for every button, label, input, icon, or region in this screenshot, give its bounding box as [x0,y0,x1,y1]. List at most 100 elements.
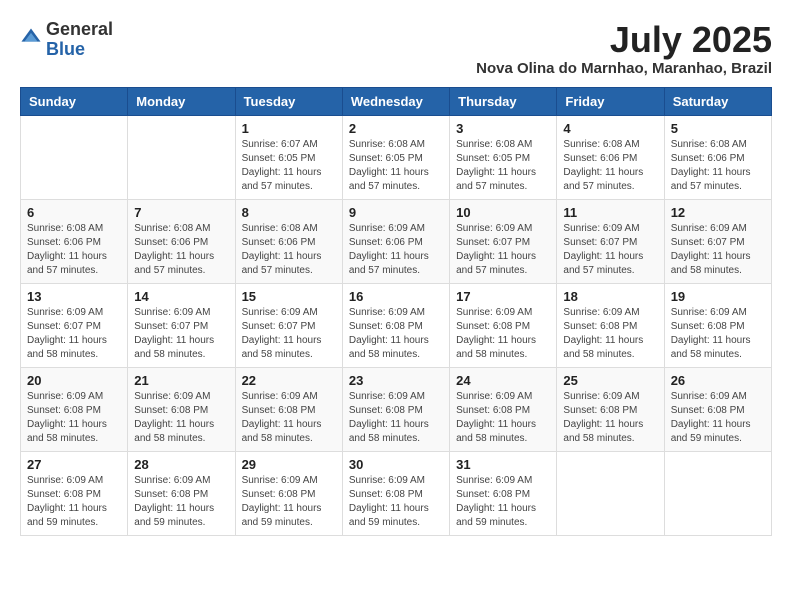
day-number: 16 [349,289,443,304]
day-cell: 13 Sunrise: 6:09 AM Sunset: 6:07 PM Dayli… [21,283,128,367]
day-number: 17 [456,289,550,304]
day-number: 8 [242,205,336,220]
day-number: 18 [563,289,657,304]
day-cell: 19Sunrise: 6:09 AM Sunset: 6:08 PM Dayli… [664,283,771,367]
day-info: Sunrise: 6:09 AM Sunset: 6:08 PM Dayligh… [456,474,550,530]
day-info: Sunrise: 6:08 AM Sunset: 6:06 PM Dayligh… [563,138,657,194]
day-number: 26 [671,373,765,388]
day-number: 1 [242,121,336,136]
day-info: Sunrise: 6:09 AM Sunset: 6:08 PM Dayligh… [563,306,657,362]
day-info: Sunrise: 6:08 AM Sunset: 6:06 PM Dayligh… [242,222,336,278]
day-number: 31 [456,457,550,472]
day-cell: 16 Sunrise: 6:09 AM Sunset: 6:08 PM Dayli… [342,283,449,367]
day-cell [557,451,664,535]
day-number: 5 [671,121,765,136]
day-info: Sunrise: 6:09 AM Sunset: 6:07 PM Dayligh… [134,306,228,362]
week-row-1: 1 Sunrise: 6:07 AM Sunset: 6:05 PM Daylig… [21,115,772,199]
day-number: 12 [671,205,765,220]
day-number: 28 [134,457,228,472]
day-number: 20 [27,373,121,388]
day-cell: 5 Sunrise: 6:08 AM Sunset: 6:06 PM Daylig… [664,115,771,199]
day-cell: 31 Sunrise: 6:09 AM Sunset: 6:08 PM Dayli… [450,451,557,535]
day-cell: 15 Sunrise: 6:09 AM Sunset: 6:07 PM Dayli… [235,283,342,367]
page-header: General Blue July 2025 Nova Olina do Mar… [20,20,772,77]
day-cell: 4 Sunrise: 6:08 AM Sunset: 6:06 PM Daylig… [557,115,664,199]
day-cell [664,451,771,535]
day-number: 10 [456,205,550,220]
column-header-monday: Monday [128,87,235,115]
day-cell [21,115,128,199]
day-number: 15 [242,289,336,304]
week-row-3: 13 Sunrise: 6:09 AM Sunset: 6:07 PM Dayli… [21,283,772,367]
day-cell: 10Sunrise: 6:09 AM Sunset: 6:07 PM Dayli… [450,199,557,283]
logo-general-text: General [46,20,113,40]
day-cell: 30 Sunrise: 6:09 AM Sunset: 6:08 PM Dayli… [342,451,449,535]
day-info: Sunrise: 6:09 AM Sunset: 6:08 PM Dayligh… [27,390,121,446]
day-cell: 28 Sunrise: 6:09 AM Sunset: 6:08 PM Dayli… [128,451,235,535]
day-cell: 23Sunrise: 6:09 AM Sunset: 6:08 PM Dayli… [342,367,449,451]
day-info: Sunrise: 6:09 AM Sunset: 6:07 PM Dayligh… [27,306,121,362]
day-number: 11 [563,205,657,220]
day-number: 27 [27,457,121,472]
day-cell: 21Sunrise: 6:09 AM Sunset: 6:08 PM Dayli… [128,367,235,451]
day-info: Sunrise: 6:09 AM Sunset: 6:06 PM Dayligh… [349,222,443,278]
day-info: Sunrise: 6:09 AM Sunset: 6:08 PM Dayligh… [456,390,550,446]
day-number: 22 [242,373,336,388]
day-number: 13 [27,289,121,304]
column-header-tuesday: Tuesday [235,87,342,115]
day-info: Sunrise: 6:09 AM Sunset: 6:08 PM Dayligh… [349,474,443,530]
day-cell: 29Sunrise: 6:09 AM Sunset: 6:08 PM Dayli… [235,451,342,535]
day-cell: 18 Sunrise: 6:09 AM Sunset: 6:08 PM Dayli… [557,283,664,367]
column-header-friday: Friday [557,87,664,115]
column-header-saturday: Saturday [664,87,771,115]
day-number: 7 [134,205,228,220]
day-info: Sunrise: 6:09 AM Sunset: 6:07 PM Dayligh… [671,222,765,278]
day-cell: 26 Sunrise: 6:09 AM Sunset: 6:08 PM Dayli… [664,367,771,451]
day-number: 9 [349,205,443,220]
day-cell: 24 Sunrise: 6:09 AM Sunset: 6:08 PM Dayli… [450,367,557,451]
day-cell [128,115,235,199]
day-number: 25 [563,373,657,388]
day-cell: 11 Sunrise: 6:09 AM Sunset: 6:07 PM Dayli… [557,199,664,283]
logo-text: General Blue [46,20,113,60]
day-cell: 9 Sunrise: 6:09 AM Sunset: 6:06 PM Daylig… [342,199,449,283]
week-row-2: 6 Sunrise: 6:08 AM Sunset: 6:06 PM Daylig… [21,199,772,283]
day-cell: 27Sunrise: 6:09 AM Sunset: 6:08 PM Dayli… [21,451,128,535]
day-info: Sunrise: 6:08 AM Sunset: 6:06 PM Dayligh… [27,222,121,278]
day-cell: 6 Sunrise: 6:08 AM Sunset: 6:06 PM Daylig… [21,199,128,283]
day-cell: 25 Sunrise: 6:09 AM Sunset: 6:08 PM Dayli… [557,367,664,451]
calendar-header-row: SundayMondayTuesdayWednesdayThursdayFrid… [21,87,772,115]
day-cell: 7Sunrise: 6:08 AM Sunset: 6:06 PM Daylig… [128,199,235,283]
day-cell: 14Sunrise: 6:09 AM Sunset: 6:07 PM Dayli… [128,283,235,367]
day-info: Sunrise: 6:09 AM Sunset: 6:08 PM Dayligh… [134,390,228,446]
logo-blue-text: Blue [46,40,113,60]
day-number: 6 [27,205,121,220]
day-info: Sunrise: 6:09 AM Sunset: 6:08 PM Dayligh… [349,306,443,362]
logo-icon [20,27,42,49]
day-info: Sunrise: 6:09 AM Sunset: 6:08 PM Dayligh… [134,474,228,530]
day-number: 4 [563,121,657,136]
logo: General Blue [20,20,113,60]
day-info: Sunrise: 6:09 AM Sunset: 6:07 PM Dayligh… [242,306,336,362]
day-info: Sunrise: 6:09 AM Sunset: 6:07 PM Dayligh… [563,222,657,278]
day-number: 19 [671,289,765,304]
title-block: July 2025 Nova Olina do Marnhao, Maranha… [476,20,772,77]
day-info: Sunrise: 6:09 AM Sunset: 6:08 PM Dayligh… [242,390,336,446]
week-row-5: 27 Sunrise: 6:09 AM Sunset: 6:08 PM Dayli… [21,451,772,535]
day-info: Sunrise: 6:08 AM Sunset: 6:06 PM Dayligh… [671,138,765,194]
day-cell: 22 Sunrise: 6:09 AM Sunset: 6:08 PM Dayli… [235,367,342,451]
day-info: Sunrise: 6:09 AM Sunset: 6:08 PM Dayligh… [563,390,657,446]
day-cell: 12 Sunrise: 6:09 AM Sunset: 6:07 PM Dayli… [664,199,771,283]
day-info: Sunrise: 6:09 AM Sunset: 6:08 PM Dayligh… [671,390,765,446]
day-info: Sunrise: 6:07 AM Sunset: 6:05 PM Dayligh… [242,138,336,194]
day-number: 30 [349,457,443,472]
column-header-thursday: Thursday [450,87,557,115]
day-number: 29 [242,457,336,472]
week-row-4: 20 Sunrise: 6:09 AM Sunset: 6:08 PM Dayli… [21,367,772,451]
day-cell: 8 Sunrise: 6:08 AM Sunset: 6:06 PM Daylig… [235,199,342,283]
day-number: 24 [456,373,550,388]
day-number: 3 [456,121,550,136]
day-info: Sunrise: 6:09 AM Sunset: 6:08 PM Dayligh… [456,306,550,362]
calendar-table: SundayMondayTuesdayWednesdayThursdayFrid… [20,87,772,536]
day-number: 2 [349,121,443,136]
